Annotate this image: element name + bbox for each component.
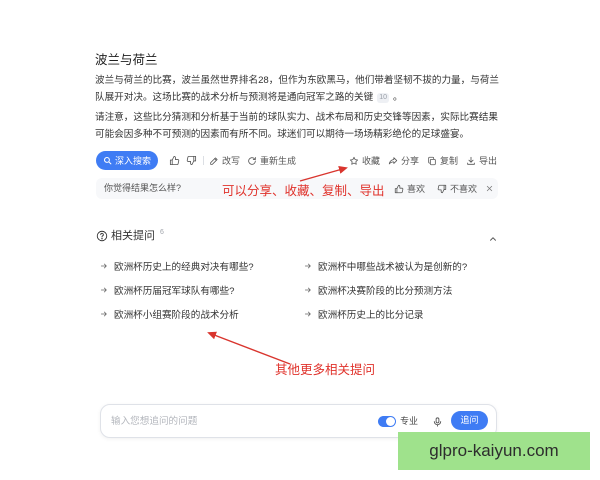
related-question-item[interactable]: 欧洲杯决赛阶段的比分预测方法 <box>304 278 500 302</box>
chevron-up-icon <box>488 234 498 244</box>
arrow-right-icon <box>100 310 108 318</box>
related-questions-title: 相关提问 <box>111 230 155 242</box>
copy-label: 复制 <box>440 156 459 166</box>
answer-paragraph-1-text: 波兰与荷兰的比赛，波兰虽然世界排名28，但作为东欧黑马，他们带着坚韧不拔的力量，… <box>95 75 500 103</box>
thumbs-up-icon <box>169 155 180 166</box>
regenerate-button[interactable]: 重新生成 <box>247 151 296 170</box>
deep-search-button[interactable]: 深入搜索 <box>96 151 158 170</box>
annotation-arrow-related <box>207 331 291 365</box>
related-question-item[interactable]: 欧洲杯小组赛阶段的战术分析 <box>100 302 304 326</box>
toolbar-divider <box>203 156 204 165</box>
related-questions-count: 6 <box>160 229 164 236</box>
answer-body: 波兰与荷兰的比赛，波兰虽然世界排名28，但作为东欧黑马，他们带着坚韧不拔的力量，… <box>95 72 505 146</box>
related-title-group: 相关提问 6 <box>96 229 164 243</box>
rewrite-button[interactable]: 改写 <box>209 151 240 170</box>
answer-paragraph-1: 波兰与荷兰的比赛，波兰虽然世界排名28，但作为东欧黑马，他们带着坚韧不拔的力量，… <box>95 72 505 106</box>
answer-paragraph-2: 请注意，这些比分猜测和分析基于当前的球队实力、战术布局和历史交锋等因素，实际比赛… <box>95 112 498 140</box>
related-questions-header: 相关提问 6 <box>96 229 498 243</box>
dislike-label: 不喜欢 <box>450 184 478 194</box>
follow-up-input[interactable] <box>111 405 371 437</box>
citation-badge[interactable]: 10 <box>377 93 390 103</box>
related-question-text: 欧洲杯中哪些战术被认为是创新的? <box>318 262 468 273</box>
watermark-text: glpro-kaiyun.com <box>429 441 559 460</box>
export-button[interactable]: 导出 <box>466 151 497 170</box>
rewrite-label: 改写 <box>222 156 241 166</box>
like-label: 喜欢 <box>407 184 426 194</box>
search-icon <box>103 156 112 165</box>
voice-input-button[interactable] <box>432 415 443 427</box>
deep-search-label: 深入搜索 <box>114 156 151 166</box>
arrow-right-icon <box>304 286 312 294</box>
related-question-text: 欧洲杯决赛阶段的比分预测方法 <box>318 286 453 297</box>
related-question-text: 欧洲杯历史上的比分记录 <box>318 310 424 321</box>
share-button[interactable]: 分享 <box>388 151 419 170</box>
related-question-item[interactable]: 欧洲杯历届冠军球队有哪些? <box>100 278 304 302</box>
annotation-toolbar-note: 可以分享、收藏、复制、导出 <box>222 184 385 198</box>
star-icon <box>349 156 359 166</box>
copy-icon <box>427 156 437 166</box>
related-question-item[interactable]: 欧洲杯历史上的经典对决有哪些? <box>100 254 304 278</box>
copy-button[interactable]: 复制 <box>427 151 458 170</box>
arrow-right-icon <box>304 262 312 270</box>
related-question-item[interactable]: 欧洲杯历史上的比分记录 <box>304 302 500 326</box>
dislike-button[interactable]: 不喜欢 <box>437 178 477 199</box>
favorite-button[interactable]: 收藏 <box>349 151 380 170</box>
thumbs-down-button[interactable] <box>186 151 197 170</box>
close-icon <box>485 184 494 193</box>
arrow-right-icon <box>100 286 108 294</box>
export-label: 导出 <box>479 156 498 166</box>
related-collapse-button[interactable] <box>488 231 498 241</box>
arrow-right-icon <box>100 262 108 270</box>
related-question-text: 欧洲杯历届冠军球队有哪些? <box>114 286 235 297</box>
like-button[interactable]: 喜欢 <box>394 178 425 199</box>
refresh-icon <box>247 156 257 166</box>
answer-paragraph-1-end: 。 <box>393 92 403 103</box>
follow-up-submit-button[interactable]: 追问 <box>451 411 488 430</box>
thumbs-up-icon <box>394 184 404 194</box>
question-circle-icon <box>96 230 108 242</box>
share-label: 分享 <box>401 156 420 166</box>
answer-toolbar: 深入搜索 改写 重新生成 收藏 分享 复制 导出 <box>0 151 600 170</box>
annotation-related-note: 其他更多相关提问 <box>275 363 376 377</box>
pro-mode-toggle[interactable] <box>378 416 396 427</box>
share-icon <box>388 156 398 166</box>
related-question-text: 欧洲杯历史上的经典对决有哪些? <box>114 262 254 273</box>
thumbs-up-button[interactable] <box>169 151 180 170</box>
related-questions-list: 欧洲杯历史上的经典对决有哪些? 欧洲杯中哪些战术被认为是创新的? 欧洲杯历届冠军… <box>100 254 500 326</box>
favorite-label: 收藏 <box>362 156 381 166</box>
download-icon <box>466 156 476 166</box>
toggle-knob <box>386 417 395 426</box>
related-question-item[interactable]: 欧洲杯中哪些战术被认为是创新的? <box>304 254 500 278</box>
related-question-text: 欧洲杯小组赛阶段的战术分析 <box>114 310 239 321</box>
watermark: glpro-kaiyun.com <box>398 432 590 470</box>
feedback-close-button[interactable] <box>485 178 494 199</box>
answer-title: 波兰与荷兰 <box>95 53 158 67</box>
thumbs-down-icon <box>186 155 197 166</box>
microphone-icon <box>432 416 443 428</box>
feedback-prompt: 你觉得结果怎么样? <box>104 183 182 193</box>
thumbs-down-icon <box>437 184 447 194</box>
edit-icon <box>209 156 219 166</box>
arrow-right-icon <box>304 310 312 318</box>
regenerate-label: 重新生成 <box>260 156 297 166</box>
